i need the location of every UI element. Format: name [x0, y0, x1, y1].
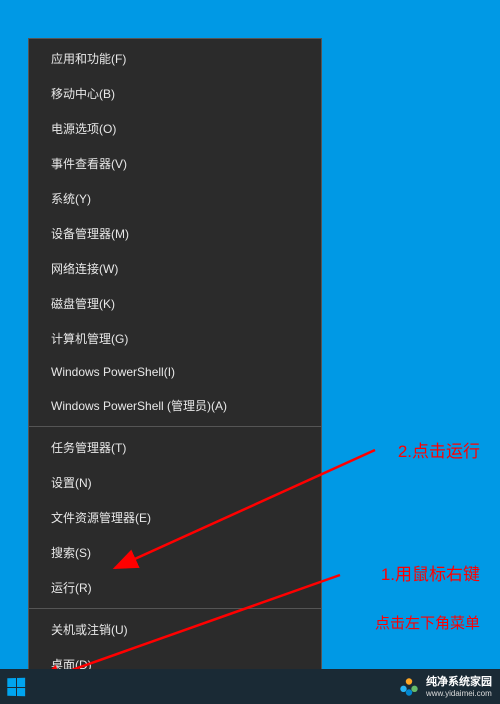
menu-divider	[29, 426, 321, 427]
desktop: 应用和功能(F) 移动中心(B) 电源选项(O) 事件查看器(V) 系统(Y) …	[0, 0, 500, 704]
menu-item-device-manager[interactable]: 设备管理器(M)	[29, 216, 321, 251]
menu-item-network-connections[interactable]: 网络连接(W)	[29, 251, 321, 286]
menu-divider	[29, 608, 321, 609]
watermark-title: 纯净系统家园	[426, 677, 492, 688]
menu-item-event-viewer[interactable]: 事件查看器(V)	[29, 146, 321, 181]
watermark-url: www.yidaimei.com	[426, 690, 492, 698]
menu-item-task-manager[interactable]: 任务管理器(T)	[29, 430, 321, 465]
menu-item-system[interactable]: 系统(Y)	[29, 181, 321, 216]
start-button[interactable]	[4, 675, 28, 699]
menu-item-power-options[interactable]: 电源选项(O)	[29, 111, 321, 146]
menu-item-powershell[interactable]: Windows PowerShell(I)	[29, 356, 321, 388]
menu-item-settings[interactable]: 设置(N)	[29, 465, 321, 500]
watermark: 纯净系统家园 www.yidaimei.com	[398, 676, 492, 698]
menu-item-powershell-admin[interactable]: Windows PowerShell (管理员)(A)	[29, 388, 321, 423]
menu-item-computer-management[interactable]: 计算机管理(G)	[29, 321, 321, 356]
menu-item-disk-management[interactable]: 磁盘管理(K)	[29, 286, 321, 321]
menu-item-search[interactable]: 搜索(S)	[29, 535, 321, 570]
menu-item-shutdown-signout[interactable]: 关机或注销(U)	[29, 612, 321, 647]
windows-logo-icon	[7, 678, 25, 696]
winx-context-menu: 应用和功能(F) 移动中心(B) 电源选项(O) 事件查看器(V) 系统(Y) …	[28, 38, 322, 685]
menu-item-apps-features[interactable]: 应用和功能(F)	[29, 41, 321, 76]
watermark-logo-icon	[398, 676, 420, 698]
menu-item-file-explorer[interactable]: 文件资源管理器(E)	[29, 500, 321, 535]
menu-item-mobility-center[interactable]: 移动中心(B)	[29, 76, 321, 111]
annotation-step1: 1.用鼠标右键	[381, 560, 480, 585]
menu-item-run[interactable]: 运行(R)	[29, 570, 321, 605]
annotation-step2: 2.点击运行	[398, 437, 480, 462]
annotation-step1-sub: 点击左下角菜单	[375, 612, 480, 633]
